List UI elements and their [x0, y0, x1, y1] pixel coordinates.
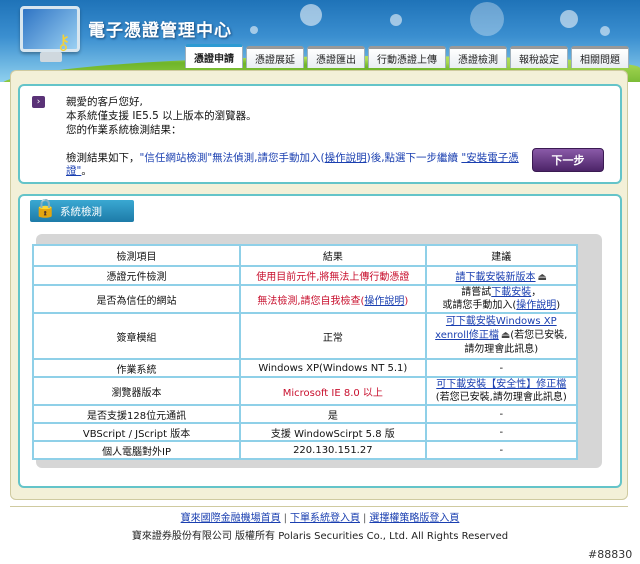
lock-icon: 🔒 [34, 198, 57, 219]
download-icon: ⏏ [500, 330, 511, 341]
header-suggestion: 建議 [424, 244, 579, 267]
footer-home-link[interactable]: 寶來國際金融機場首頁 [181, 513, 281, 524]
footer-order-login-link[interactable]: 下單系統登入頁 [290, 513, 360, 524]
key-icon: ⚷ [56, 30, 71, 54]
check-suggestion: - [424, 404, 579, 424]
tab-tax-settings[interactable]: 報稅設定 [510, 46, 568, 68]
tab-mobile-cert-upload[interactable]: 行動憑證上傳 [368, 46, 446, 68]
header-result: 結果 [239, 244, 427, 267]
main-tabs: 憑證申請 憑證展延 憑證匯出 行動憑證上傳 憑證檢測 報稅設定 相關問題 [185, 44, 629, 68]
footer-copyright: 寶來證券股份有限公司 版權所有 Polaris Securities Co., … [131, 531, 509, 542]
download-xp-link[interactable]: 可下載安裝Windows XP [446, 316, 557, 327]
system-check-title: 🔒 系統檢測 [30, 198, 134, 222]
check-result: 220.130.151.27 [239, 440, 427, 460]
check-item: 作業系統 [31, 358, 242, 378]
check-result: Windows XP(Windows NT 5.1) [239, 358, 427, 378]
check-item: 憑證元件檢測 [31, 265, 242, 286]
download-icon: ⏏ [537, 272, 547, 283]
notice-box: › 親愛的客戶您好, 本系統僅支援 IE5.5 以上版本的瀏覽器。 您的作業系統… [18, 84, 622, 184]
next-step-button[interactable]: 下一步 [532, 148, 604, 172]
check-suggestion: 請下載安裝新版本 ⏏ [424, 265, 579, 286]
tab-cert-export[interactable]: 憑證匯出 [307, 46, 365, 68]
check-result: 支援 WindowScirpt 5.8 版 [239, 422, 427, 442]
tab-cert-apply[interactable]: 憑證申請 [185, 44, 243, 68]
help-link[interactable]: 操作說明 [325, 152, 367, 164]
check-item: VBScript / JScript 版本 [31, 422, 242, 442]
check-item: 是否支援128位元通訊 [31, 404, 242, 424]
check-suggestion: - [424, 422, 579, 442]
watermark: #88830 [588, 548, 633, 561]
header-check-item: 檢測項目 [31, 244, 242, 267]
arrow-right-icon: › [32, 96, 45, 108]
download-new-version-link[interactable]: 請下載安裝新版本 [456, 272, 536, 283]
tab-cert-renew[interactable]: 憑證展延 [246, 46, 304, 68]
check-item: 個人電腦對外IP [31, 440, 242, 460]
tab-faq[interactable]: 相關問題 [571, 46, 629, 68]
table-row: 簽章模組 正常 可下載安裝Windows XP xenroll修正檔 ⏏(若您已安… [31, 312, 579, 360]
table-row: 作業系統 Windows XP(Windows NT 5.1) - [31, 358, 579, 378]
tab-cert-check[interactable]: 憑證檢測 [449, 46, 507, 68]
footer-links: 寶來國際金融機場首頁 | 下單系統登入頁 | 選擇權策略版登入頁 [180, 513, 460, 524]
table-row: 個人電腦對外IP 220.130.151.27 - [31, 440, 579, 460]
check-suggestion: 請嘗試下載安裝， 或請您手動加入(操作說明) [424, 284, 579, 314]
table-row: 瀏覽器版本 Microsoft IE 8.0 以上 可下載安裝【安全性】修正檔 … [31, 376, 579, 406]
table-row: 是否支援128位元通訊 是 - [31, 404, 579, 424]
notice-result-text: 檢測結果如下，"信任網站檢測"無法偵測,請您手動加入(操作說明)後,點選下一步繼… [66, 152, 519, 177]
page: ⚷ 電子憑證管理中心 憑證申請 憑證展延 憑證匯出 行動憑證上傳 憑證檢測 報稅… [0, 0, 640, 564]
footer-options-login-link[interactable]: 選擇權策略版登入頁 [369, 513, 459, 524]
check-suggestion: - [424, 358, 579, 378]
system-check-table: 檢測項目 結果 建議 憑證元件檢測 使用目前元件,將無法上傳行動憑證 請下載安裝… [31, 244, 579, 460]
site-title: 電子憑證管理中心 [88, 21, 232, 41]
check-item: 簽章模組 [31, 312, 242, 360]
check-suggestion: 可下載安裝Windows XP xenroll修正檔 ⏏(若您已安裝, 請勿理會此… [424, 312, 579, 360]
check-suggestion: 可下載安裝【安全性】修正檔 (若您已安裝,請勿理會此訊息) [424, 376, 579, 406]
check-result: Microsoft IE 8.0 以上 [239, 376, 427, 406]
notice-greeting: 親愛的客戶您好, [66, 96, 143, 108]
help-link[interactable]: 操作說明 [516, 300, 556, 311]
notice-os-result-label: 您的作業系統檢測結果： [66, 124, 182, 136]
download-install-link[interactable]: 下載安裝 [491, 287, 531, 298]
xenroll-patch-link[interactable]: xenroll修正檔 [435, 330, 499, 341]
security-patch-link[interactable]: 可下載安裝【安全性】修正檔 [436, 379, 566, 390]
check-result: 正常 [239, 312, 427, 360]
table-row: 是否為信任的網站 無法檢測,請您自我檢查(操作說明) 請嘗試下載安裝， 或請您手… [31, 284, 579, 314]
check-suggestion: - [424, 440, 579, 460]
check-result: 使用目前元件,將無法上傳行動憑證 [239, 265, 427, 286]
check-result: 是 [239, 404, 427, 424]
notice-browser-support: 本系統僅支援 IE5.5 以上版本的瀏覽器。 [66, 110, 257, 122]
monitor-icon [20, 6, 80, 52]
check-item: 是否為信任的網站 [31, 284, 242, 314]
table-header-row: 檢測項目 結果 建議 [31, 244, 579, 267]
table-row: VBScript / JScript 版本 支援 WindowScirpt 5.… [31, 422, 579, 442]
help-link[interactable]: 操作說明 [364, 296, 404, 307]
check-result: 無法檢測,請您自我檢查(操作說明) [239, 284, 427, 314]
check-item: 瀏覽器版本 [31, 376, 242, 406]
table-row: 憑證元件檢測 使用目前元件,將無法上傳行動憑證 請下載安裝新版本 ⏏ [31, 265, 579, 286]
